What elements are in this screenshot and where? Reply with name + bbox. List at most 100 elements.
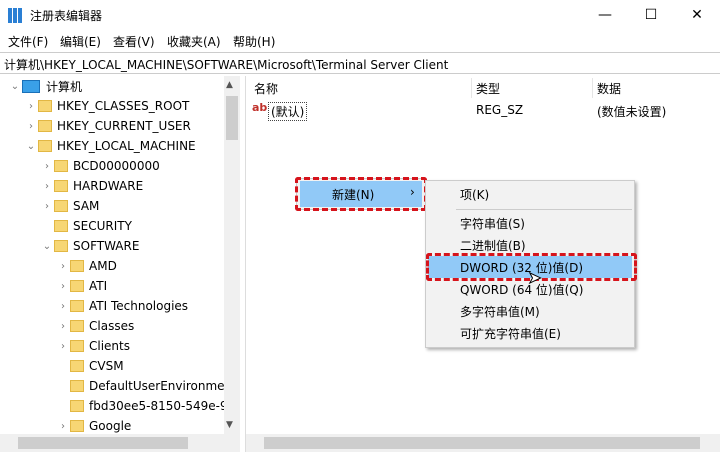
tree-item[interactable]: CVSM	[56, 356, 124, 376]
value-name: (默认)	[268, 102, 308, 121]
tree-item-label: ATI Technologies	[89, 299, 189, 313]
chevron-right-icon[interactable]: ›	[24, 121, 38, 132]
tree-item[interactable]: › AMD	[56, 256, 117, 276]
highlight-annotation	[295, 177, 427, 211]
folder-icon	[54, 180, 68, 192]
menu-favorites[interactable]: 收藏夹(A)	[167, 33, 221, 50]
pane-splitter[interactable]	[240, 76, 246, 452]
tree-item-label: CVSM	[89, 359, 124, 373]
column-type[interactable]: 类型	[476, 80, 500, 97]
chevron-down-icon[interactable]: ⌄	[8, 81, 22, 92]
tree-item[interactable]: SECURITY	[40, 216, 132, 236]
tree-item[interactable]: › Classes	[56, 316, 134, 336]
folder-icon	[70, 360, 84, 372]
chevron-right-icon[interactable]: ›	[56, 321, 70, 332]
folder-icon	[54, 200, 68, 212]
chevron-right-icon[interactable]: ›	[56, 301, 70, 312]
chevron-right-icon[interactable]: ›	[40, 181, 54, 192]
folder-icon	[70, 300, 84, 312]
folder-icon	[70, 280, 84, 292]
tree-item[interactable]: › Clients	[56, 336, 130, 356]
tree-item[interactable]: › HARDWARE	[40, 176, 143, 196]
tree-item-label: ATI	[89, 279, 108, 293]
tree-horizontal-scrollbar[interactable]	[0, 434, 240, 452]
tree-item[interactable]: fbd30ee5-8150-549e-9	[56, 396, 228, 416]
submenu-item-multi-string[interactable]: 多字符串值(M)	[428, 300, 632, 322]
value-type: REG_SZ	[476, 103, 524, 117]
tree-item-label: AMD	[89, 259, 117, 273]
tree-item-label: HKEY_LOCAL_MACHINE	[57, 139, 196, 153]
folder-icon	[38, 140, 52, 152]
tree-item[interactable]: › ATI Technologies	[56, 296, 188, 316]
tree-item[interactable]: › Google	[56, 416, 131, 434]
chevron-right-icon[interactable]: ›	[56, 341, 70, 352]
chevron-right-icon[interactable]: ›	[56, 281, 70, 292]
chevron-right-icon[interactable]: ›	[56, 261, 70, 272]
value-data: (数值未设置)	[597, 105, 667, 119]
tree-item[interactable]: › HKEY_CLASSES_ROOT	[24, 96, 189, 116]
title-bar: 注册表编辑器 — ☐ ✕	[0, 0, 720, 30]
folder-icon	[54, 240, 68, 252]
folder-icon	[38, 100, 52, 112]
tree-item-label: Classes	[89, 319, 135, 333]
chevron-right-icon[interactable]: ›	[40, 161, 54, 172]
chevron-down-icon[interactable]: ⌄	[40, 241, 54, 252]
chevron-right-icon[interactable]: ›	[24, 101, 38, 112]
close-button[interactable]: ✕	[674, 0, 720, 30]
folder-icon	[70, 400, 84, 412]
tree-item[interactable]: ⌄ 计算机	[8, 76, 82, 96]
values-horizontal-scrollbar[interactable]	[246, 434, 720, 452]
tree-item-label: HKEY_CURRENT_USER	[57, 119, 191, 133]
tree-item-label: SAM	[73, 199, 100, 213]
computer-icon	[22, 79, 40, 93]
mouse-cursor-icon: ➤	[527, 268, 542, 288]
folder-icon	[70, 420, 84, 432]
tree-item[interactable]: ⌄ SOFTWARE	[40, 236, 140, 256]
submenu-item-key[interactable]: 项(K)	[428, 183, 632, 205]
folder-icon	[70, 260, 84, 272]
tree-item[interactable]: › ATI	[56, 276, 107, 296]
tree-item-label: DefaultUserEnvironment	[89, 379, 237, 393]
tree-item[interactable]: › HKEY_CURRENT_USER	[24, 116, 191, 136]
tree-item-label: Clients	[89, 339, 130, 353]
folder-icon	[38, 120, 52, 132]
value-row[interactable]: ab (默认) REG_SZ (数值未设置)	[250, 100, 710, 121]
address-bar[interactable]: 计算机\HKEY_LOCAL_MACHINE\SOFTWARE\Microsof…	[0, 52, 720, 74]
chevron-down-icon[interactable]: ⌄	[24, 141, 38, 152]
submenu-item-expandable-string[interactable]: 可扩充字符串值(E)	[428, 322, 632, 344]
folder-icon	[70, 380, 84, 392]
tree-item-label: Google	[89, 419, 132, 433]
tree-item-label: fbd30ee5-8150-549e-9	[89, 399, 228, 413]
scroll-up-icon[interactable]: ▲	[226, 80, 233, 90]
menu-edit[interactable]: 编辑(E)	[60, 33, 101, 50]
maximize-button[interactable]: ☐	[628, 0, 674, 30]
tree-item-label: 计算机	[46, 79, 83, 94]
tree-item[interactable]: ⌄ HKEY_LOCAL_MACHINE	[24, 136, 196, 156]
column-divider[interactable]	[471, 78, 472, 98]
column-name[interactable]: 名称	[254, 80, 278, 97]
submenu-item-string[interactable]: 字符串值(S)	[428, 212, 632, 234]
tree-item-label: SECURITY	[73, 219, 132, 233]
menu-view[interactable]: 查看(V)	[113, 33, 155, 50]
menu-file[interactable]: 文件(F)	[8, 33, 48, 50]
tree-scroll-thumb[interactable]	[226, 96, 238, 140]
tree-item[interactable]: DefaultUserEnvironment	[56, 376, 237, 396]
tree-item[interactable]: › BCD00000000	[40, 156, 160, 176]
tree-item-label: HKEY_CLASSES_ROOT	[57, 99, 190, 113]
folder-icon	[54, 160, 68, 172]
chevron-right-icon[interactable]: ›	[56, 421, 70, 432]
key-tree: ⌄ 计算机 › HKEY_CLASSES_ROOT › HKEY_CURRENT_USER…	[0, 76, 240, 434]
regedit-icon	[8, 8, 23, 23]
scroll-down-icon[interactable]: ▼	[226, 420, 233, 430]
minimize-button[interactable]: —	[582, 0, 628, 30]
column-data[interactable]: 数据	[597, 80, 621, 97]
column-divider[interactable]	[592, 78, 593, 98]
folder-icon	[70, 320, 84, 332]
tree-item-label: SOFTWARE	[73, 239, 140, 253]
string-value-icon: ab	[252, 101, 268, 114]
menu-separator	[456, 209, 632, 210]
menu-bar: 文件(F) 编辑(E) 查看(V) 收藏夹(A) 帮助(H)	[0, 30, 720, 52]
menu-help[interactable]: 帮助(H)	[233, 33, 275, 50]
tree-item[interactable]: › SAM	[40, 196, 99, 216]
chevron-right-icon[interactable]: ›	[40, 201, 54, 212]
